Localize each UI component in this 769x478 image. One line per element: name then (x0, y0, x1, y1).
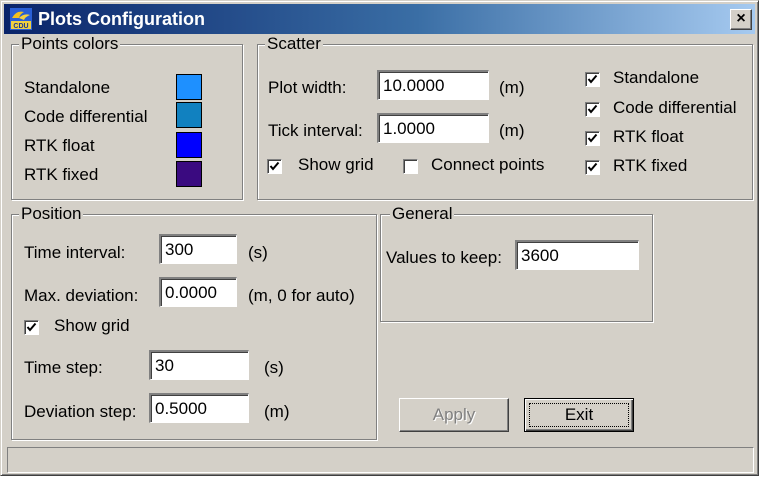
time-interval-unit: (s) (248, 243, 268, 262)
values-to-keep-input[interactable]: 3600 (515, 240, 639, 270)
title-bar[interactable]: CDU Plots Configuration × (4, 4, 755, 34)
time-step-input[interactable]: 30 (149, 350, 249, 380)
standalone-series-checkbox[interactable] (585, 72, 600, 87)
code-differential-series-checkbox[interactable] (585, 102, 600, 117)
time-interval-label: Time interval: (24, 243, 126, 262)
rtk-float-series-label[interactable]: RTK float (613, 127, 684, 147)
rtk-float-color-label: RTK float (24, 136, 95, 155)
scatter-title: Scatter (265, 34, 323, 54)
apply-button[interactable]: Apply (399, 398, 509, 432)
scatter-show-grid-label[interactable]: Show grid (298, 155, 374, 175)
position-group: Position Time interval: 300 (s) Max. dev… (11, 204, 377, 440)
checkmark-icon (587, 162, 598, 172)
connect-points-checkbox[interactable] (403, 159, 418, 174)
values-to-keep-label: Values to keep: (386, 248, 502, 267)
standalone-color-label: Standalone (24, 78, 111, 97)
tick-interval-input[interactable]: 1.0000 (377, 113, 489, 143)
rtk-float-color-swatch[interactable] (176, 132, 202, 158)
code-differential-color-swatch[interactable] (176, 102, 202, 128)
checkmark-icon (587, 133, 598, 143)
standalone-color-swatch[interactable] (176, 74, 202, 100)
window-title: Plots Configuration (38, 9, 205, 29)
rtk-float-series-checkbox[interactable] (585, 131, 600, 146)
checkmark-icon (269, 161, 280, 171)
scatter-group: Scatter Plot width: 10.0000 (m) Tick int… (257, 34, 753, 200)
general-group: General Values to keep: 3600 (380, 204, 653, 322)
checkmark-icon (587, 104, 598, 114)
status-bar (7, 447, 754, 473)
plot-width-input[interactable]: 10.0000 (377, 70, 489, 100)
points-colors-title: Points colors (19, 34, 121, 54)
connect-points-label[interactable]: Connect points (431, 155, 544, 175)
plots-configuration-window: CDU Plots Configuration × Points colors … (0, 0, 759, 476)
tick-interval-unit: (m) (499, 121, 525, 140)
deviation-step-label: Deviation step: (24, 402, 137, 421)
time-step-label: Time step: (24, 358, 103, 377)
scatter-show-grid-checkbox[interactable] (267, 159, 282, 174)
checkmark-icon (26, 322, 37, 332)
points-colors-group: Points colors Standalone Code differenti… (11, 34, 243, 200)
plot-width-unit: (m) (499, 78, 525, 97)
max-deviation-input[interactable]: 0.0000 (159, 277, 237, 307)
max-deviation-unit: (m, 0 for auto) (248, 286, 355, 305)
max-deviation-label: Max. deviation: (24, 286, 139, 305)
time-step-unit: (s) (264, 358, 284, 377)
standalone-series-label[interactable]: Standalone (613, 68, 699, 88)
general-title: General (390, 204, 455, 224)
cdu-app-icon: CDU (10, 8, 32, 30)
deviation-step-input[interactable]: 0.5000 (149, 393, 249, 423)
exit-button[interactable]: Exit (524, 398, 634, 432)
position-title: Position (19, 204, 84, 224)
position-show-grid-checkbox[interactable] (24, 320, 39, 335)
tick-interval-label: Tick interval: (268, 121, 363, 140)
focus-rectangle (529, 403, 629, 427)
rtk-fixed-series-label[interactable]: RTK fixed (613, 156, 687, 176)
rtk-fixed-color-label: RTK fixed (24, 165, 99, 184)
svg-text:CDU: CDU (13, 23, 28, 30)
rtk-fixed-series-checkbox[interactable] (585, 160, 600, 175)
close-button[interactable]: × (730, 9, 752, 30)
time-interval-input[interactable]: 300 (159, 234, 237, 264)
rtk-fixed-color-swatch[interactable] (176, 161, 202, 187)
checkmark-icon (587, 74, 598, 84)
code-differential-color-label: Code differential (24, 107, 148, 126)
code-differential-series-label[interactable]: Code differential (613, 98, 737, 118)
deviation-step-unit: (m) (264, 402, 290, 421)
plot-width-label: Plot width: (268, 78, 347, 97)
position-show-grid-label[interactable]: Show grid (54, 316, 130, 336)
